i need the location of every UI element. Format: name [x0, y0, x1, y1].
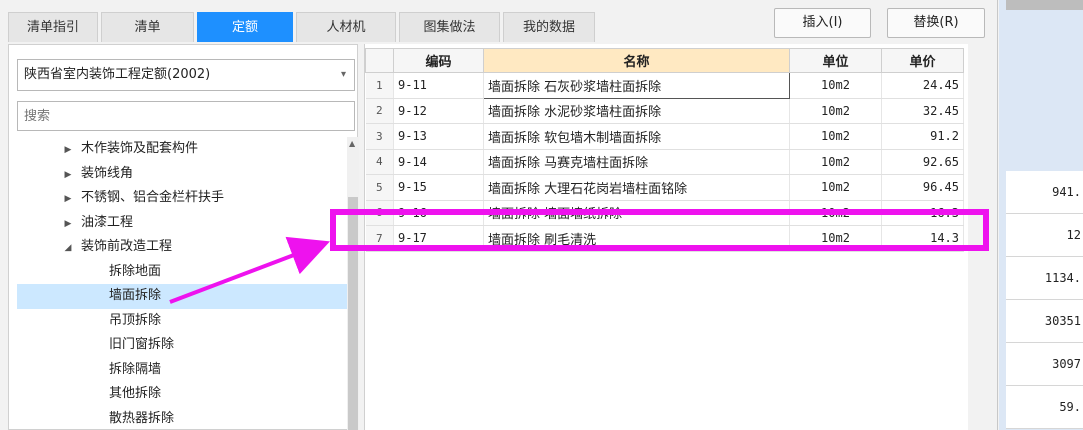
pointer-arrow-annotation — [169, 236, 330, 304]
